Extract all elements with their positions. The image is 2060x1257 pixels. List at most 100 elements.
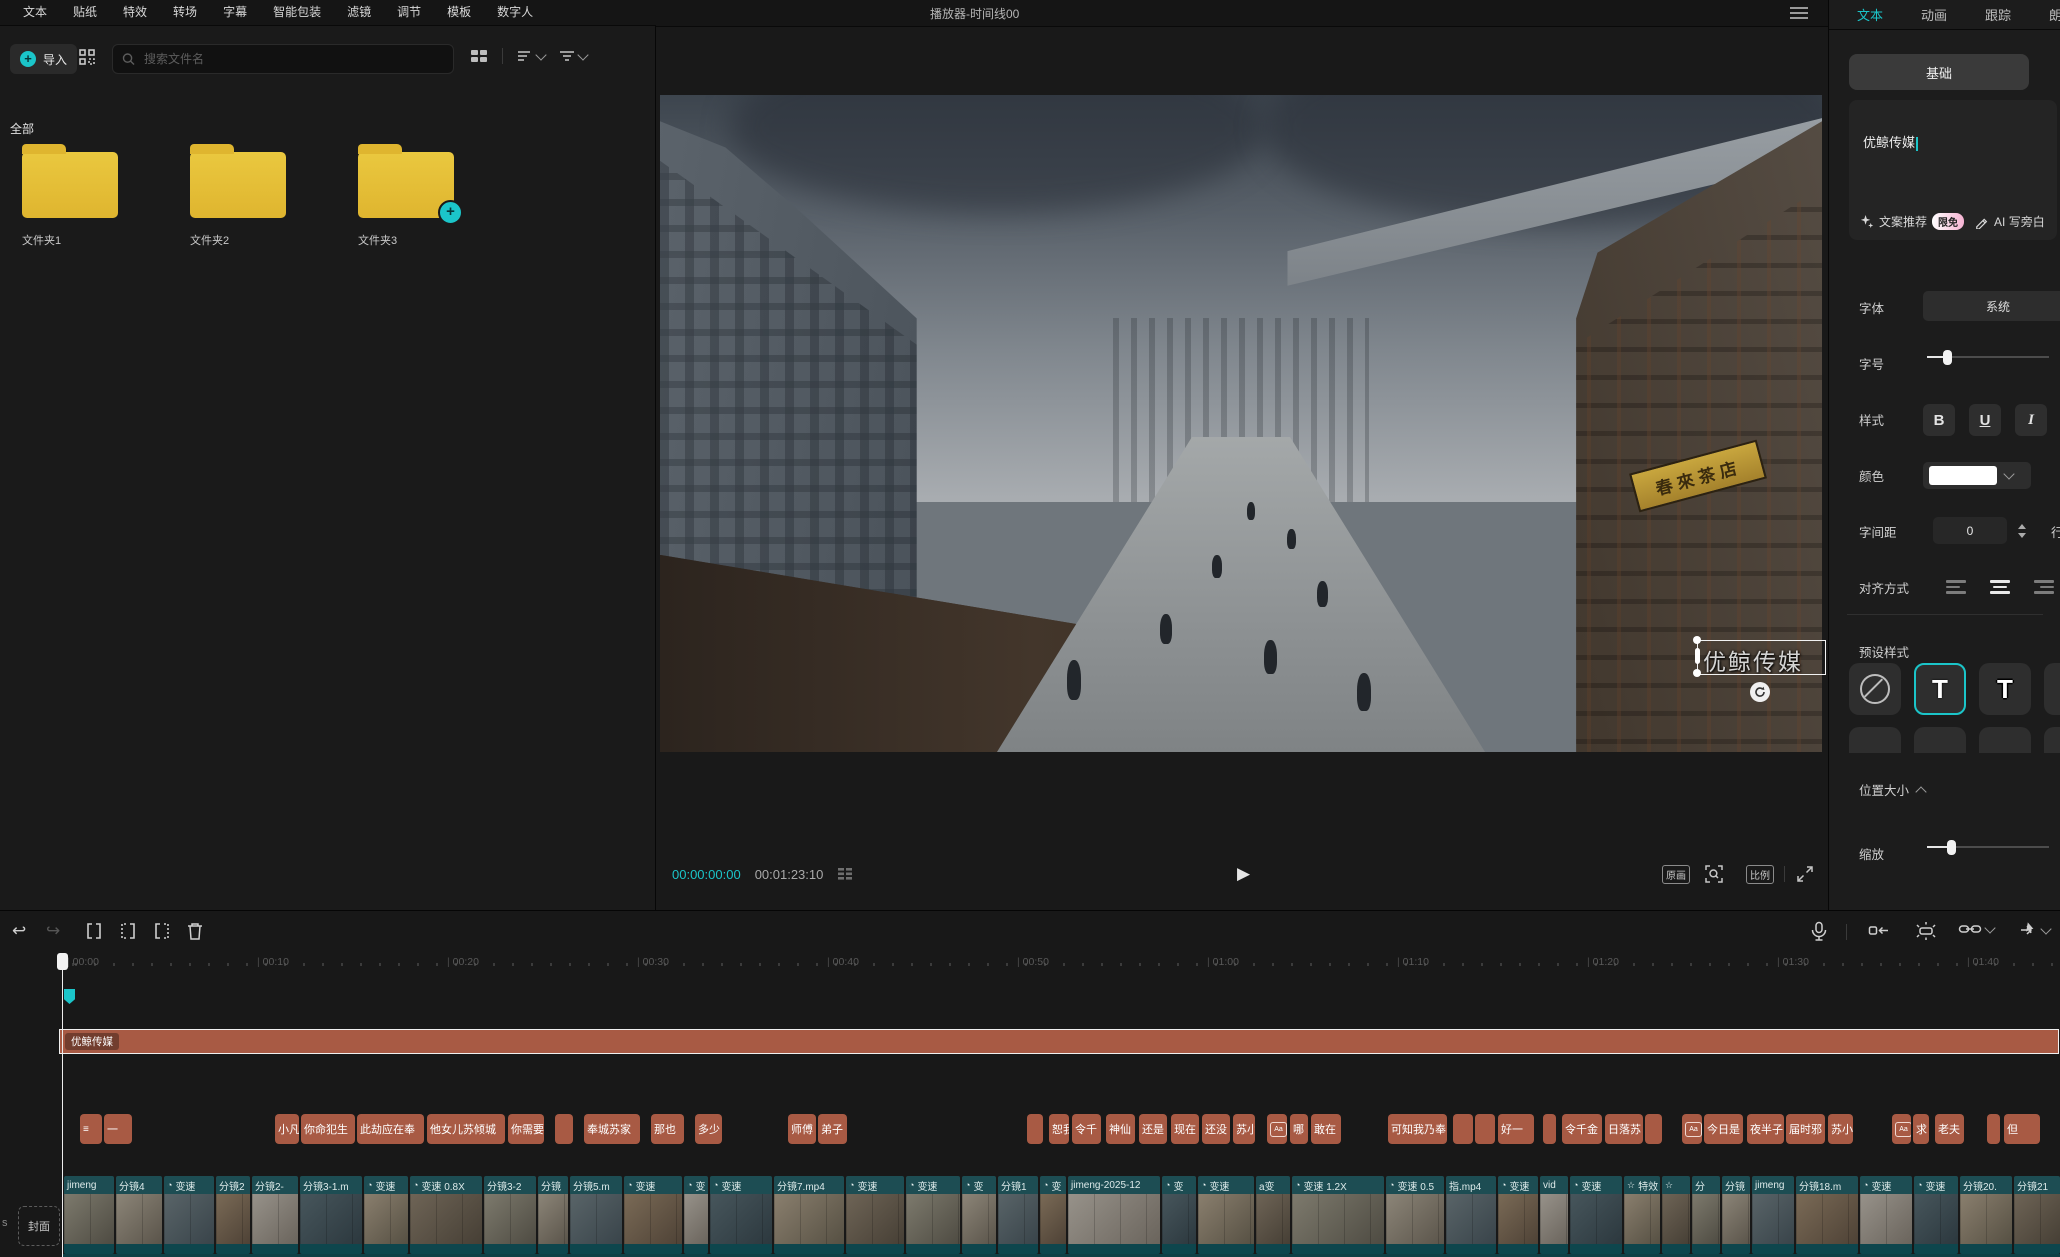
subtitle-clip-26[interactable] — [1453, 1114, 1473, 1144]
video-clip-15[interactable]: 分镜7.mp4 — [774, 1176, 844, 1254]
video-clip-24[interactable]: a变 — [1256, 1176, 1290, 1254]
subtitle-clip-23[interactable]: 哪 — [1290, 1114, 1308, 1144]
video-clip-21[interactable]: jimeng-2025-12 — [1068, 1176, 1160, 1254]
redo-button[interactable]: ↪ — [46, 921, 60, 941]
video-clip-35[interactable]: jimeng — [1752, 1176, 1794, 1254]
align-center-button[interactable] — [1983, 572, 2017, 602]
menu-tab-10[interactable]: 数字人 — [484, 0, 546, 25]
subtitle-clip-12[interactable]: 师傅 — [788, 1114, 816, 1144]
video-clip-17[interactable]: ◔变速 — [906, 1176, 960, 1254]
font-size-slider[interactable] — [1927, 350, 2049, 364]
menu-tab-8[interactable]: 调节 — [384, 0, 434, 25]
spacing-value[interactable]: 0 — [1933, 517, 2007, 544]
preset-style-row2-1[interactable]: T — [1849, 727, 1901, 753]
video-clip-3[interactable]: ◔变速 — [164, 1176, 214, 1254]
video-clip-13[interactable]: ◔变 — [684, 1176, 708, 1254]
subtitle-clip-17[interactable]: 神仙 — [1106, 1114, 1135, 1144]
select-tool-button[interactable] — [2018, 921, 2050, 939]
link-clips-button[interactable] — [1958, 921, 1994, 937]
video-clip-27[interactable]: 指.mp4 — [1446, 1176, 1496, 1254]
undo-button[interactable]: ↩ — [12, 921, 26, 941]
sort-button[interactable] — [517, 49, 545, 63]
preset-style-row2-2[interactable]: T — [1914, 727, 1966, 753]
split-button[interactable] — [84, 921, 104, 941]
ai-write-label[interactable]: AI 写旁白 — [1994, 213, 2045, 230]
subtitle-clip-39[interactable]: 求 — [1913, 1114, 1929, 1144]
auto-beat-button[interactable] — [1914, 921, 1938, 941]
preset-style-1[interactable] — [1849, 663, 1901, 715]
subtitle-clip-4[interactable]: 你命犯生 — [301, 1114, 355, 1144]
video-clip-8[interactable]: ◔变速 0.8X — [410, 1176, 482, 1254]
subtitle-clip-31[interactable]: 日落苏 — [1605, 1114, 1643, 1144]
subtitle-clip-8[interactable] — [555, 1114, 573, 1144]
step-up-icon[interactable] — [2018, 524, 2026, 529]
spacing-stepper[interactable] — [2013, 517, 2031, 544]
align-right-button[interactable] — [2027, 572, 2060, 602]
video-clip-25[interactable]: ◔变速 1.2X — [1292, 1176, 1384, 1254]
menu-tab-9[interactable]: 模板 — [434, 0, 484, 25]
inspector-tab-1[interactable]: 文本 — [1857, 5, 1883, 24]
overlay-handle-top-left[interactable] — [1693, 636, 1701, 644]
video-clip-10[interactable]: 分镜 — [538, 1176, 568, 1254]
folder-item-3[interactable]: +文件夹3 — [358, 142, 498, 248]
subtitle-clip-37[interactable]: 苏小 — [1828, 1114, 1853, 1144]
snap-marker-button[interactable] — [1868, 921, 1890, 939]
video-clip-19[interactable]: 分镜1 — [998, 1176, 1038, 1254]
video-clip-1[interactable]: jimeng — [64, 1176, 114, 1254]
color-picker[interactable] — [1923, 462, 2031, 489]
video-clip-7[interactable]: ◔变速 — [364, 1176, 408, 1254]
folder-item-2[interactable]: 文件夹2 — [190, 142, 330, 248]
ratio-chip[interactable]: 比例 — [1746, 865, 1774, 884]
subtitle-clip-5[interactable]: 此劫应在奉 — [357, 1114, 424, 1144]
video-clip-5[interactable]: 分镜2- — [252, 1176, 298, 1254]
video-clip-31[interactable]: ☆特效 — [1624, 1176, 1660, 1254]
filter-button[interactable] — [559, 49, 587, 63]
video-clip-16[interactable]: ◔变速 — [846, 1176, 904, 1254]
video-clip-18[interactable]: ◔变 — [962, 1176, 996, 1254]
menu-tab-6[interactable]: 智能包装 — [260, 0, 334, 25]
menu-tab-1[interactable]: 文本 — [10, 0, 60, 25]
subtitle-clip-28[interactable]: 好一 — [1498, 1114, 1534, 1144]
step-down-icon[interactable] — [2018, 533, 2026, 538]
scale-slider[interactable] — [1927, 840, 2049, 854]
quality-chip[interactable]: 原画 — [1662, 865, 1690, 884]
subtitle-clip-6[interactable]: 他女儿苏倾城 — [427, 1114, 505, 1144]
preset-style-3[interactable]: T — [1979, 663, 2031, 715]
subtitle-clip-35[interactable]: 夜半子 — [1747, 1114, 1784, 1144]
split-right-button[interactable] — [152, 921, 172, 941]
style-u-button[interactable]: U — [1969, 404, 2001, 436]
video-clip-32[interactable]: ☆ — [1662, 1176, 1690, 1254]
playhead-line[interactable] — [62, 953, 63, 1257]
record-mic-button[interactable] — [1810, 921, 1828, 943]
subtitle-clip-9[interactable]: 奉城苏家 — [584, 1114, 640, 1144]
subtitle-clip-3[interactable]: 小凡 — [275, 1114, 299, 1144]
video-clip-38[interactable]: ◔变速 — [1914, 1176, 1958, 1254]
video-clip-34[interactable]: 分镜 — [1722, 1176, 1750, 1254]
font-select[interactable]: 系统 — [1923, 291, 2060, 321]
split-left-button[interactable] — [118, 921, 138, 941]
all-filter-label[interactable]: 全部 — [10, 120, 34, 137]
video-clip-26[interactable]: ◔变速 0.5 — [1386, 1176, 1444, 1254]
subtitle-clip-18[interactable]: 还是 — [1139, 1114, 1167, 1144]
subtitle-clip-15[interactable]: 恕我 — [1049, 1114, 1069, 1144]
import-button[interactable]: + 导入 — [10, 44, 77, 74]
menu-tab-4[interactable]: 转场 — [160, 0, 210, 25]
video-clip-12[interactable]: ◔变速 — [624, 1176, 682, 1254]
timeline-marker-pin[interactable] — [64, 989, 75, 1004]
grid-view-icon[interactable] — [470, 48, 488, 64]
video-clip-23[interactable]: ◔变速 — [1198, 1176, 1254, 1254]
subtitle-clip-10[interactable]: 那也 — [651, 1114, 684, 1144]
position-section-header[interactable]: 位置大小 — [1859, 780, 1925, 799]
style-b-button[interactable]: B — [1923, 404, 1955, 436]
frame-view-icon[interactable] — [837, 867, 853, 881]
suggest-label[interactable]: 文案推荐 — [1879, 213, 1927, 230]
subtitle-clip-27[interactable] — [1475, 1114, 1495, 1144]
tab-basic[interactable]: 基础 — [1849, 54, 2029, 90]
subtitle-clip-7[interactable]: 你需要 — [508, 1114, 544, 1144]
preset-style-4[interactable]: T — [2044, 663, 2060, 715]
subtitle-clip-34[interactable]: 今日是 — [1704, 1114, 1743, 1144]
subtitle-clip-30[interactable]: 令千金 — [1562, 1114, 1602, 1144]
subtitle-clip-25[interactable]: 可知我乃奉 — [1388, 1114, 1447, 1144]
align-left-button[interactable] — [1939, 572, 1973, 602]
cover-button[interactable]: 封面 — [18, 1206, 60, 1246]
